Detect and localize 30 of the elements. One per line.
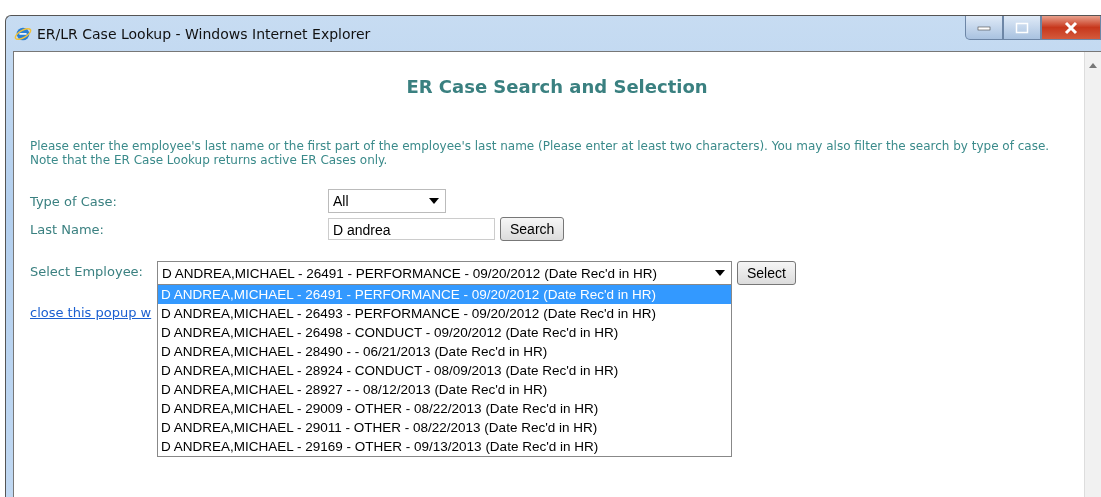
page-heading: ER Case Search and Selection bbox=[405, 76, 709, 97]
dropdown-option[interactable]: D ANDREA,MICHAEL - 28490 - - 06/21/2013 (Date Rec'd in HR) bbox=[158, 342, 731, 361]
dropdown-option[interactable]: D ANDREA,MICHAEL - 29011 - OTHER - 08/22/2013 (Date Rec'd in HR) bbox=[158, 418, 731, 437]
dropdown-option[interactable]: D ANDREA,MICHAEL - 26498 - CONDUCT - 09/20/2012 (Date Rec'd in HR) bbox=[158, 323, 731, 342]
dropdown-option[interactable]: D ANDREA,MICHAEL - 29169 - OTHER - 09/13/2013 (Date Rec'd in HR) bbox=[158, 437, 731, 456]
scrollbar[interactable] bbox=[1084, 52, 1101, 497]
window-title: ER/LR Case Lookup - Windows Internet Explorer bbox=[37, 25, 371, 42]
dropdown-option[interactable]: D ANDREA,MICHAEL - 29009 - OTHER - 08/22/2013 (Date Rec'd in HR) bbox=[158, 399, 731, 418]
instructions-text: Please enter the employee's last name or the first part of the employee's last name (Please enter at least two characters). You may also filter the search by type of case. Note that the ER Case Lookup returns active ER Cases only. bbox=[30, 139, 1051, 167]
close-popup-link[interactable]: close this popup w bbox=[30, 305, 152, 320]
maximize-icon bbox=[1015, 21, 1029, 34]
minimize-icon bbox=[977, 24, 991, 31]
close-icon bbox=[1063, 20, 1079, 35]
last-name-field[interactable]: D andrea bbox=[328, 218, 495, 240]
field-label: Type of Case: bbox=[30, 193, 118, 209]
employee-dropdown[interactable]: D ANDREA,MICHAEL - 26491 - PERFORMANCE - 09/20/2012 (Date Rec'd in HR) bbox=[157, 261, 732, 285]
close-button[interactable] bbox=[1041, 16, 1101, 40]
field-label: Select Employee: bbox=[30, 263, 144, 279]
case-type-dropdown[interactable]: All bbox=[328, 189, 446, 213]
minimize-button[interactable] bbox=[965, 16, 1003, 40]
dropdown-option[interactable]: D ANDREA,MICHAEL - 28924 - CONDUCT - 08/09/2013 (Date Rec'd in HR) bbox=[158, 361, 731, 380]
select-button[interactable]: Select bbox=[737, 261, 796, 285]
scroll-up-icon bbox=[1089, 63, 1097, 68]
dropdown-option[interactable]: D ANDREA,MICHAEL - 26493 - PERFORMANCE - 09/20/2012 (Date Rec'd in HR) bbox=[158, 304, 731, 323]
caret-icon bbox=[429, 198, 439, 204]
dropdown-option[interactable]: D ANDREA,MICHAEL - 28927 - - 08/12/2013 (Date Rec'd in HR) bbox=[158, 380, 731, 399]
search-button[interactable]: Search bbox=[500, 217, 565, 241]
maximize-button[interactable] bbox=[1003, 16, 1041, 40]
caret-icon bbox=[715, 270, 725, 276]
field-label: Last Name: bbox=[30, 221, 105, 237]
